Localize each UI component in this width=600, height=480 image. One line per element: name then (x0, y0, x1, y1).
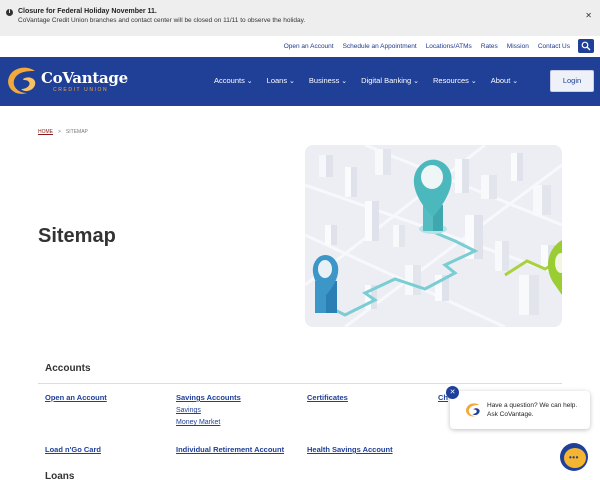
util-link-locations[interactable]: Locations/ATMs (426, 42, 472, 51)
login-button[interactable]: Login (550, 70, 594, 92)
nav-loans[interactable]: Loans (267, 76, 295, 87)
search-button[interactable] (578, 39, 594, 53)
section-title-accounts: Accounts (45, 363, 91, 374)
chat-logo-icon (466, 403, 480, 417)
link-open-an-account[interactable]: Open an Account (45, 393, 107, 403)
link-certificates[interactable]: Certificates (307, 393, 348, 403)
link-savings-accounts[interactable]: Savings Accounts (176, 393, 241, 403)
chat-launcher-button[interactable]: ••• (560, 443, 588, 471)
chat-message: Have a question? We can help. Ask CoVant… (487, 402, 578, 418)
main-header: CoVantage CREDIT UNION Accounts Loans Bu… (0, 57, 600, 106)
util-link-contact[interactable]: Contact Us (538, 42, 570, 51)
util-link-open-account[interactable]: Open an Account (284, 42, 334, 51)
link-health-savings-account[interactable]: Health Savings Account (307, 445, 393, 455)
info-icon: i (6, 9, 13, 16)
section-title-loans: Loans (45, 471, 75, 480)
link-load-n-go-card[interactable]: Load n'Go Card (45, 445, 101, 455)
alert-message: CoVantage Credit Union branches and cont… (18, 17, 306, 24)
brand-name: CoVantage (41, 69, 128, 87)
nav-about[interactable]: About (491, 76, 518, 87)
nav-business[interactable]: Business (309, 76, 347, 87)
nav-digital-banking[interactable]: Digital Banking (361, 76, 419, 87)
link-money-market[interactable]: Money Market (176, 418, 220, 427)
alert-title: Closure for Federal Holiday November 11. (18, 8, 157, 15)
page-title: Sitemap (38, 225, 116, 247)
breadcrumb-separator: > (58, 129, 61, 135)
search-icon (581, 41, 591, 51)
link-ira[interactable]: Individual Retirement Account (176, 445, 284, 455)
chat-dots: ••• (569, 453, 579, 462)
hero-city-map-image (305, 145, 562, 327)
main-nav: Accounts Loans Business Digital Banking … (214, 76, 518, 87)
holiday-alert: i Closure for Federal Holiday November 1… (0, 0, 600, 36)
breadcrumb-home[interactable]: HOME (38, 129, 53, 135)
chat-prompt[interactable]: Have a question? We can help. Ask CoVant… (450, 391, 590, 429)
util-link-schedule-appointment[interactable]: Schedule an Appointment (343, 42, 417, 51)
nav-resources[interactable]: Resources (433, 76, 477, 87)
util-link-rates[interactable]: Rates (481, 42, 498, 51)
util-link-mission[interactable]: Mission (507, 42, 529, 51)
brand-tagline: CREDIT UNION (53, 87, 109, 93)
section-divider (38, 383, 562, 384)
link-savings[interactable]: Savings (176, 406, 201, 415)
nav-accounts[interactable]: Accounts (214, 76, 253, 87)
covantage-logo[interactable]: CoVantage CREDIT UNION (5, 64, 128, 98)
breadcrumb: HOME > SITEMAP (38, 129, 88, 135)
utility-nav: Open an Account Schedule an Appointment … (0, 36, 600, 57)
close-alert-icon[interactable]: ✕ (585, 12, 592, 20)
breadcrumb-current: SITEMAP (65, 129, 88, 135)
logo-mark-icon (8, 67, 36, 94)
close-chat-icon[interactable]: ✕ (446, 386, 459, 399)
